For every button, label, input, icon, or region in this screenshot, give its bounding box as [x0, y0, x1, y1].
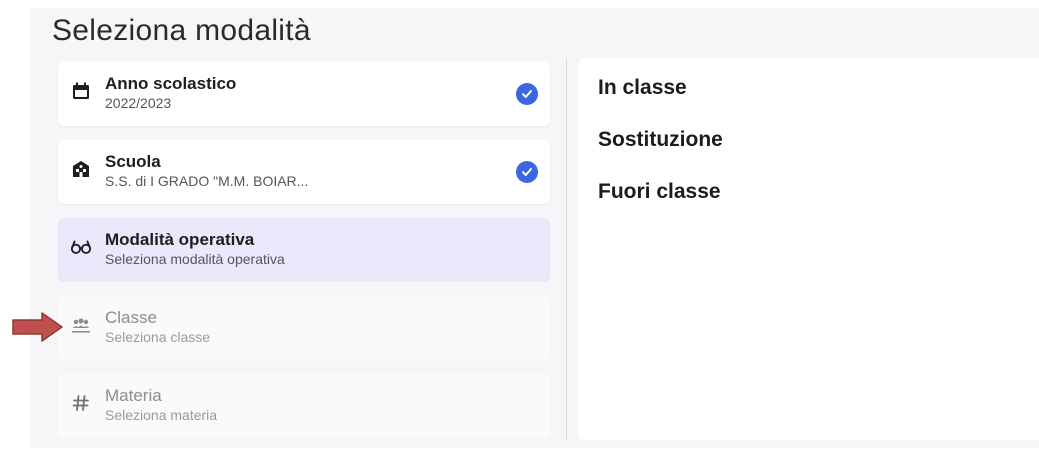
step-title: Modalità operativa [105, 230, 255, 249]
glasses-icon [70, 236, 92, 258]
step-subtitle: 2022/2023 [105, 95, 172, 111]
options-panel: In classe Sostituzione Fuori classe [578, 58, 1039, 440]
check-circle-icon [516, 83, 538, 105]
step-title: Materia [105, 386, 162, 405]
school-icon [70, 158, 92, 180]
hash-icon [70, 392, 92, 414]
pointer-arrow-icon [12, 312, 63, 342]
group-icon [70, 314, 92, 336]
step-materia: Materia Seleziona materia [58, 374, 550, 438]
page-title: Seleziona modalità [52, 14, 311, 47]
step-subtitle: Seleziona classe [105, 329, 211, 345]
step-scuola[interactable]: Scuola S.S. di I GRADO "M.M. BOIAR... [58, 140, 550, 204]
step-title: Scuola [105, 152, 161, 171]
step-subtitle: S.S. di I GRADO "M.M. BOIAR... [105, 173, 309, 189]
option-fuori-classe[interactable]: Fuori classe [598, 180, 721, 204]
step-subtitle: Seleziona materia [105, 407, 218, 423]
step-title: Anno scolastico [105, 74, 237, 93]
option-in-classe[interactable]: In classe [598, 76, 687, 100]
calendar-icon [70, 80, 92, 102]
step-modalita-operativa[interactable]: Modalità operativa Seleziona modalità op… [58, 218, 550, 282]
vertical-divider [566, 58, 567, 440]
option-sostituzione[interactable]: Sostituzione [598, 128, 723, 152]
steps-list: Anno scolastico 2022/2023 Scuola S.S. di… [58, 62, 550, 452]
step-title: Classe [105, 308, 157, 327]
check-circle-icon [516, 161, 538, 183]
step-classe: Classe Seleziona classe [58, 296, 550, 360]
step-subtitle: Seleziona modalità operativa [105, 251, 285, 267]
step-anno-scolastico[interactable]: Anno scolastico 2022/2023 [58, 62, 550, 126]
